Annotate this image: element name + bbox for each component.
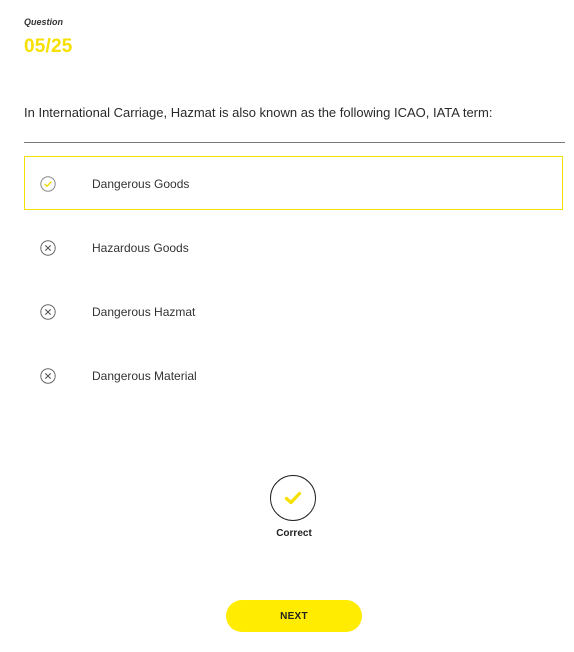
- answer-option-label: Dangerous Hazmat: [92, 305, 196, 319]
- answer-option-label: Dangerous Material: [92, 369, 197, 383]
- answer-option-dangerous-material[interactable]: Dangerous Material: [24, 348, 563, 402]
- check-icon: [284, 491, 302, 505]
- x-circle-icon: [40, 368, 56, 384]
- next-button[interactable]: NEXT: [226, 600, 362, 632]
- question-divider: [24, 142, 565, 143]
- answer-option-hazardous-goods[interactable]: Hazardous Goods: [24, 220, 563, 274]
- answer-option-dangerous-hazmat[interactable]: Dangerous Hazmat: [24, 284, 563, 338]
- answer-option-label: Hazardous Goods: [92, 241, 189, 255]
- answer-option-dangerous-goods[interactable]: Dangerous Goods: [24, 156, 563, 210]
- question-label: Question: [24, 17, 64, 27]
- x-circle-icon: [40, 304, 56, 320]
- x-circle-icon: [40, 240, 56, 256]
- result-label: Correct: [276, 528, 312, 539]
- question-counter: 05/25: [24, 36, 73, 57]
- question-text: In International Carriage, Hazmat is als…: [24, 105, 493, 120]
- result-indicator: [270, 475, 316, 521]
- answer-option-label: Dangerous Goods: [92, 177, 190, 191]
- check-circle-icon: [40, 176, 56, 192]
